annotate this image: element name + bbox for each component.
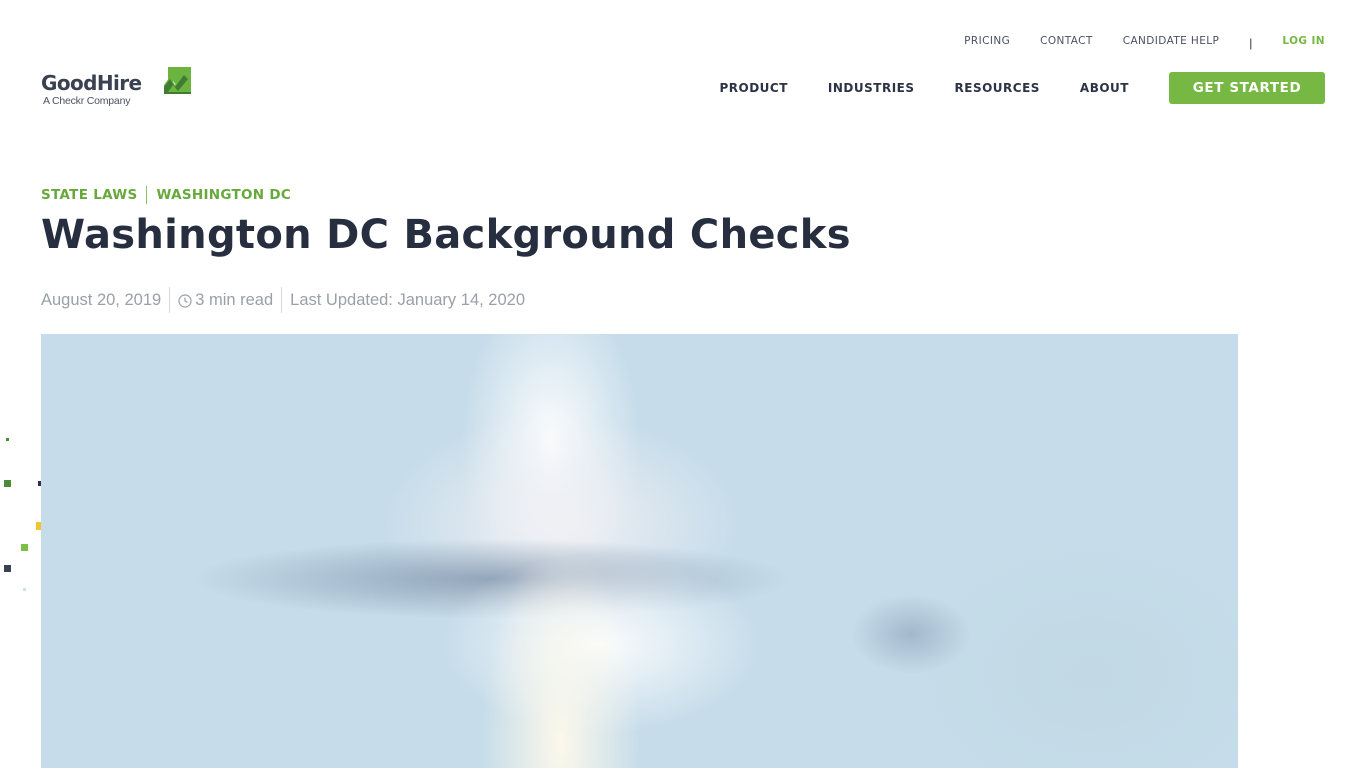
decorative-square bbox=[23, 588, 26, 591]
nav-product[interactable]: PRODUCT bbox=[719, 81, 787, 95]
utility-nav: PRICING CONTACT CANDIDATE HELP | LOG IN bbox=[934, 34, 1325, 50]
checkmark-logo-icon bbox=[164, 67, 191, 94]
decorative-square bbox=[36, 522, 41, 530]
last-updated: Last Updated: January 14, 2020 bbox=[290, 290, 525, 309]
nav-pricing-link[interactable]: PRICING bbox=[964, 35, 1010, 47]
breadcrumb-divider bbox=[146, 186, 148, 204]
clock-icon bbox=[178, 294, 192, 308]
hero-image bbox=[41, 334, 1238, 768]
meta-divider bbox=[169, 287, 171, 313]
logo-tagline: A Checkr Company bbox=[43, 95, 131, 107]
main-nav: PRODUCT INDUSTRIES RESOURCES ABOUT GET S… bbox=[719, 72, 1325, 104]
read-time: 3 min read bbox=[195, 290, 274, 309]
breadcrumb: STATE LAWS WASHINGTON DC bbox=[41, 186, 291, 204]
logo-wordmark: GoodHire bbox=[41, 71, 142, 95]
nav-contact-link[interactable]: CONTACT bbox=[1040, 35, 1093, 47]
decorative-square bbox=[4, 565, 11, 572]
nav-candidate-help-link[interactable]: CANDIDATE HELP bbox=[1123, 35, 1220, 47]
published-date: August 20, 2019 bbox=[41, 290, 162, 309]
decorative-square bbox=[4, 480, 11, 487]
page-title: Washington DC Background Checks bbox=[41, 212, 851, 258]
goodhire-logo[interactable]: GoodHire A Checkr Company bbox=[41, 67, 193, 111]
meta-divider bbox=[281, 287, 283, 313]
decorative-square bbox=[6, 438, 9, 441]
get-started-button[interactable]: GET STARTED bbox=[1169, 72, 1325, 104]
nav-industries[interactable]: INDUSTRIES bbox=[828, 81, 915, 95]
login-link[interactable]: LOG IN bbox=[1282, 35, 1325, 47]
decorative-square bbox=[38, 481, 41, 486]
article-meta: August 20, 2019 3 min read Last Updated:… bbox=[41, 287, 525, 313]
nav-separator: | bbox=[1249, 36, 1253, 50]
decorative-square bbox=[21, 544, 28, 551]
nav-resources[interactable]: RESOURCES bbox=[955, 81, 1040, 95]
nav-about[interactable]: ABOUT bbox=[1080, 81, 1129, 95]
breadcrumb-state-laws[interactable]: STATE LAWS bbox=[41, 187, 137, 203]
breadcrumb-washington-dc[interactable]: WASHINGTON DC bbox=[156, 187, 291, 203]
